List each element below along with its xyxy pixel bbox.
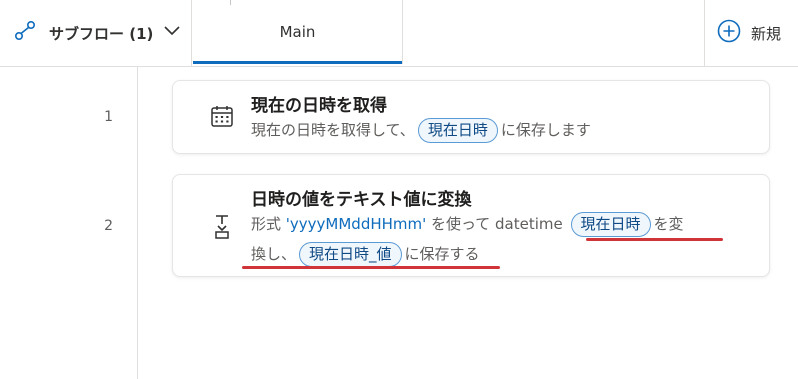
action-title: 日時の値をテキスト値に変換	[251, 190, 472, 210]
tab-main-label: Main	[279, 23, 316, 41]
desc-text: に保存します	[500, 121, 591, 139]
subflow-label: サブフロー (1)	[49, 24, 154, 43]
new-subflow-label: 新規	[751, 24, 782, 43]
tab-active-indicator	[193, 61, 402, 64]
subflow-icon	[13, 19, 37, 47]
subflow-dropdown[interactable]: サブフロー (1)	[0, 0, 192, 66]
annotation-underline	[586, 238, 723, 241]
plus-circle-icon	[717, 19, 741, 47]
action-card-get-datetime[interactable]: 現在の日時を取得 現在の日時を取得して、 現在日時 に保存します	[172, 80, 770, 154]
action-title: 現在の日時を取得	[251, 96, 387, 116]
line-number: 2	[104, 218, 113, 234]
tab-main[interactable]: Main	[193, 0, 403, 64]
desc-text: 換し、	[251, 245, 297, 263]
desc-text: を変	[653, 215, 684, 233]
variable-pill[interactable]: 現在日時	[570, 212, 651, 237]
new-subflow-button[interactable]: 新規	[704, 0, 798, 66]
calendar-icon	[210, 104, 234, 132]
variable-pill[interactable]: 現在日時_値	[299, 242, 402, 267]
desc-text: 形式	[251, 215, 286, 233]
line-number: 1	[104, 109, 113, 125]
chevron-down-icon	[163, 22, 181, 44]
variable-pill[interactable]: 現在日時	[417, 118, 498, 143]
desc-text: 現在の日時を取得して、	[251, 121, 415, 139]
desc-text: を使って datetime	[426, 215, 568, 233]
annotation-underline	[242, 266, 500, 269]
designer-header: サブフロー (1) Main 新規	[0, 0, 798, 67]
line-number-gutter: 1 2	[0, 67, 138, 379]
format-string: 'yyyyMMddHHmm'	[285, 215, 427, 233]
action-description: 現在の日時を取得して、 現在日時 に保存します	[251, 115, 751, 145]
desc-text: に保存する	[404, 245, 480, 263]
convert-text-icon	[213, 214, 231, 244]
action-card-convert-datetime[interactable]: 日時の値をテキスト値に変換 形式 'yyyyMMddHHmm' を使って dat…	[172, 174, 770, 277]
